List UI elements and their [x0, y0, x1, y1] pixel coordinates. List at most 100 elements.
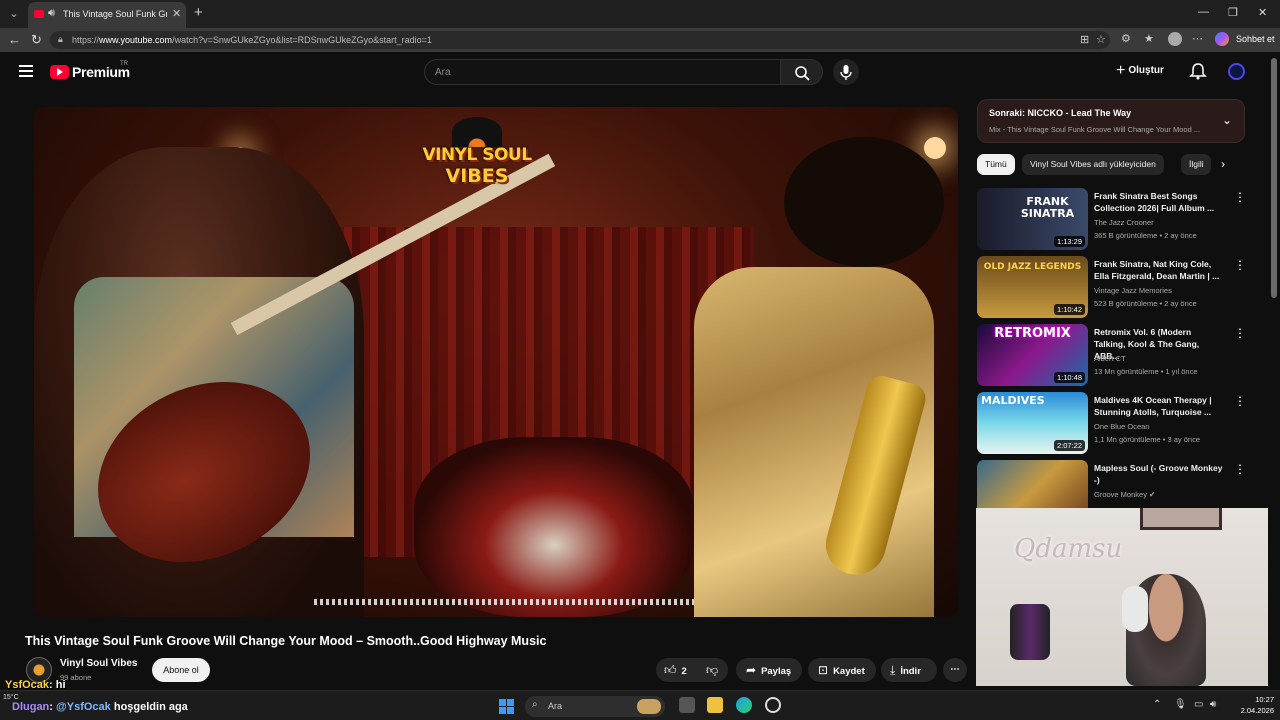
tab-actions-icon[interactable]: ⌄	[6, 6, 22, 22]
video-title: This Vintage Soul Funk Groove Will Chang…	[25, 634, 547, 648]
recommendation-item[interactable]: Mapless Soul (- Groove Monkey -) Groove …	[977, 460, 1267, 508]
volume-icon[interactable]: 🔊︎	[1210, 699, 1216, 710]
recommendation-title[interactable]: Maldives 4K Ocean Therapy | Stunning Ato…	[1094, 394, 1224, 418]
minimize-icon[interactable]: —	[1198, 6, 1209, 18]
kebab-menu-icon[interactable]: ⋮	[1234, 258, 1246, 272]
recommendation-channel[interactable]: Albert CT	[1094, 354, 1126, 363]
chevron-down-icon[interactable]: ⌄	[1222, 113, 1232, 127]
system-clock[interactable]: 10:27 2.04.2026	[1232, 694, 1274, 716]
download-button[interactable]: ⤓ İndir	[881, 658, 937, 682]
recommendation-thumbnail[interactable]: RETROMIX 1:10:48	[977, 324, 1088, 386]
file-explorer-icon[interactable]	[707, 697, 723, 713]
task-view-icon[interactable]	[679, 697, 695, 713]
recommendation-channel[interactable]: One Blue Ocean	[1094, 422, 1149, 431]
logo-region: TR	[120, 61, 128, 67]
recommendation-channel[interactable]: The Jazz Crooner	[1094, 218, 1154, 227]
app-available-icon[interactable]: ⊞	[1080, 33, 1089, 46]
edge-browser-icon[interactable]	[736, 697, 752, 713]
account-avatar[interactable]	[1228, 63, 1245, 80]
chip-all[interactable]: Tümü	[977, 154, 1015, 175]
page-scrollbar[interactable]	[1268, 52, 1280, 690]
recommendation-channel[interactable]: Vintage Jazz Memories	[1094, 286, 1172, 295]
duration-badge: 1:10:42	[1053, 304, 1085, 315]
dislike-button[interactable]: 👎︎	[706, 658, 723, 684]
reload-icon[interactable]: ↻	[31, 32, 42, 48]
recommendation-thumbnail[interactable]: OLD JAZZ LEGENDS 1:10:42	[977, 256, 1088, 318]
saxophonist-figure	[654, 127, 954, 617]
thumbs-down-icon: 👎︎	[706, 663, 719, 677]
recommendation-channel[interactable]: Groove Monkey ✔	[1094, 490, 1155, 499]
taskbar-search[interactable]: ⌕ Ara	[525, 696, 665, 717]
recommendation-title[interactable]: Frank Sinatra, Nat King Cole, Ella Fitzg…	[1094, 258, 1224, 282]
youtube-header: Premium TR Ara + Oluştur	[0, 52, 1268, 92]
recommendation-thumbnail[interactable]	[977, 460, 1088, 508]
save-button[interactable]: ⊡ Kaydet	[808, 658, 876, 682]
menu-icon[interactable]	[19, 65, 33, 77]
share-button[interactable]: ➦ Paylaş	[736, 658, 802, 682]
search-highlight-icon	[637, 699, 661, 714]
recommendation-meta: 523 B görüntüleme • 2 ay önce	[1094, 299, 1197, 308]
up-next-panel[interactable]: Sonraki: NICCKO - Lead The Way Mix - Thi…	[977, 99, 1245, 143]
more-actions-button[interactable]: ⋯	[943, 658, 967, 682]
vinyl-record-icon	[452, 117, 502, 147]
windows-taskbar: 15°C Dlugan: @YsfOcak hoşgeldin aga ⌕ Ar…	[0, 690, 1280, 720]
channel-name[interactable]: Vinyl Soul Vibes	[60, 658, 137, 669]
recommendation-item[interactable]: OLD JAZZ LEGENDS 1:10:42 Frank Sinatra, …	[977, 256, 1267, 320]
youtube-logo-icon[interactable]	[50, 65, 69, 79]
copilot-icon[interactable]	[1215, 32, 1229, 46]
create-button[interactable]: + Oluştur	[1116, 62, 1164, 80]
notifications-bell-icon[interactable]	[1189, 62, 1207, 80]
thumbnail-text: FRANK SINATRA	[1020, 195, 1075, 220]
profile-avatar-icon[interactable]	[1168, 32, 1182, 46]
recommendation-meta: 13 Mn görüntüleme • 1 yıl önce	[1094, 367, 1198, 376]
microphone-tray-icon[interactable]: 🎙︎	[1174, 699, 1187, 710]
search-placeholder: Ara	[435, 67, 451, 78]
back-icon[interactable]: ←	[8, 32, 21, 47]
new-tab-icon[interactable]: +	[194, 5, 203, 20]
obs-icon[interactable]	[765, 697, 781, 713]
search-input[interactable]: Ara	[424, 59, 781, 85]
speaker-icon[interactable]: 🔊︎	[48, 7, 55, 20]
windows-start-icon[interactable]	[499, 699, 514, 714]
scrollbar-thumb[interactable]	[1271, 58, 1277, 298]
kebab-menu-icon[interactable]: ⋮	[1234, 394, 1246, 408]
subscribe-button[interactable]: Abone ol	[152, 658, 210, 682]
recommendation-thumbnail[interactable]: MALDIVES 2:07:22	[977, 392, 1088, 454]
recommendation-item[interactable]: MALDIVES 2:07:22 Maldives 4K Ocean Thera…	[977, 392, 1267, 456]
url-field[interactable]: 🔒︎ https://www.youtube.com/watch?v=SnwGU…	[50, 31, 1110, 49]
favorite-star-icon[interactable]: ☆	[1096, 33, 1106, 46]
favorites-icon[interactable]: ★	[1144, 32, 1154, 45]
recommendation-thumbnail[interactable]: FRANK SINATRA 1:13:29	[977, 188, 1088, 250]
chevron-right-icon[interactable]: ›	[1221, 157, 1225, 171]
chat-message: Dlugan: @YsfOcak hoşgeldin aga	[12, 701, 188, 713]
browser-tab[interactable]: 🔊︎ This Vintage Soul Funk Groove Will Ch…	[28, 2, 186, 28]
recommendation-title[interactable]: Frank Sinatra Best Songs Collection 2026…	[1094, 190, 1224, 214]
kebab-menu-icon[interactable]: ⋮	[1234, 462, 1246, 476]
kebab-menu-icon[interactable]: ⋮	[1234, 326, 1246, 340]
close-tab-icon[interactable]: ✕	[172, 7, 181, 20]
video-player[interactable]: VINYL SOUL VIBES	[34, 107, 958, 617]
logo-line-2: VIBES	[445, 165, 509, 187]
kebab-menu-icon[interactable]: ⋮	[1234, 190, 1246, 204]
like-button[interactable]: 👍︎ 2	[664, 658, 687, 684]
recommendation-item[interactable]: FRANK SINATRA 1:13:29 Frank Sinatra Best…	[977, 188, 1267, 252]
close-window-icon[interactable]: ✕	[1258, 6, 1267, 19]
copilot-chat-label[interactable]: Sohbet et	[1236, 34, 1275, 44]
chip-related[interactable]: İlgili	[1181, 154, 1211, 175]
network-icon[interactable]: ▭	[1194, 699, 1203, 710]
chip-from-uploader[interactable]: Vinyl Soul Vibes adlı yükleyiciden	[1022, 154, 1164, 175]
url-text: https://www.youtube.com/watch?v=SnwGUkeZ…	[72, 35, 432, 45]
drum-kit	[414, 437, 694, 617]
voice-search-button[interactable]	[833, 59, 859, 85]
recommendation-title[interactable]: Mapless Soul (- Groove Monkey -)	[1094, 462, 1224, 486]
tray-overflow-icon[interactable]: ⌃	[1153, 699, 1161, 710]
recommendation-meta: 1,1 Mn görüntüleme • 3 ay önce	[1094, 435, 1201, 444]
up-next-subtitle: Mix - This Vintage Soul Funk Groove Will…	[989, 125, 1201, 134]
recommendation-item[interactable]: RETROMIX 1:10:48 Retromix Vol. 6 (Modern…	[977, 324, 1267, 388]
browser-tab-bar: ⌄ 🔊︎ This Vintage Soul Funk Groove Will …	[0, 0, 1280, 28]
more-menu-icon[interactable]: ⋯	[1192, 32, 1203, 45]
maximize-icon[interactable]: ❐	[1228, 6, 1238, 19]
extensions-icon[interactable]: ⚙	[1121, 32, 1131, 45]
weather-widget[interactable]: 15°C	[3, 694, 19, 701]
search-button[interactable]	[781, 59, 823, 85]
